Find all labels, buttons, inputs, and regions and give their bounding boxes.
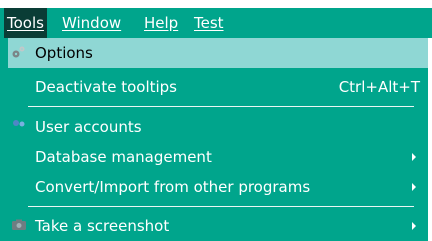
- shortcut-deactivate-tooltips: Ctrl+Alt+T: [338, 78, 420, 96]
- menu-item-options[interactable]: Options: [8, 38, 428, 68]
- menu-bar: Tools Window Help Test: [0, 8, 432, 38]
- menu-item-take-screenshot[interactable]: Take a screenshot: [8, 211, 428, 241]
- menu-window-label: Window: [62, 14, 122, 32]
- menu-help[interactable]: Help: [144, 8, 178, 38]
- separator: [28, 106, 414, 107]
- menu-item-convert-import-label: Convert/Import from other programs: [35, 178, 311, 196]
- tools-dropdown-menu: Options Deactivate tooltips Ctrl+Alt+T U…: [0, 38, 428, 241]
- menu-item-options-label: Options: [35, 44, 93, 62]
- menu-item-deactivate-tooltips-label: Deactivate tooltips: [35, 78, 178, 96]
- menu-window[interactable]: Window: [62, 8, 121, 38]
- menu-tools[interactable]: Tools: [4, 8, 47, 38]
- menu-item-convert-import[interactable]: Convert/Import from other programs: [8, 172, 428, 202]
- menu-test-label: Test: [194, 14, 224, 32]
- menu-item-user-accounts[interactable]: User accounts: [8, 112, 428, 142]
- menu-test[interactable]: Test: [194, 8, 224, 38]
- submenu-arrow-icon: [412, 153, 416, 161]
- submenu-arrow-icon: [412, 183, 416, 191]
- menu-help-label: Help: [144, 14, 179, 32]
- menu-item-database-management[interactable]: Database management: [8, 142, 428, 172]
- menu-item-take-screenshot-label: Take a screenshot: [35, 217, 170, 235]
- menu-item-user-accounts-label: User accounts: [35, 118, 142, 136]
- separator: [28, 206, 414, 207]
- users-icon: [11, 118, 27, 134]
- camera-icon: [11, 217, 27, 233]
- menu-item-deactivate-tooltips[interactable]: Deactivate tooltips Ctrl+Alt+T: [8, 72, 428, 102]
- submenu-arrow-icon: [412, 222, 416, 230]
- menu-item-database-management-label: Database management: [35, 148, 212, 166]
- menu-tools-label: Tools: [7, 14, 44, 32]
- app-root: Tools Window Help Test Options Deactivat…: [0, 0, 432, 241]
- gears-icon: [11, 44, 27, 60]
